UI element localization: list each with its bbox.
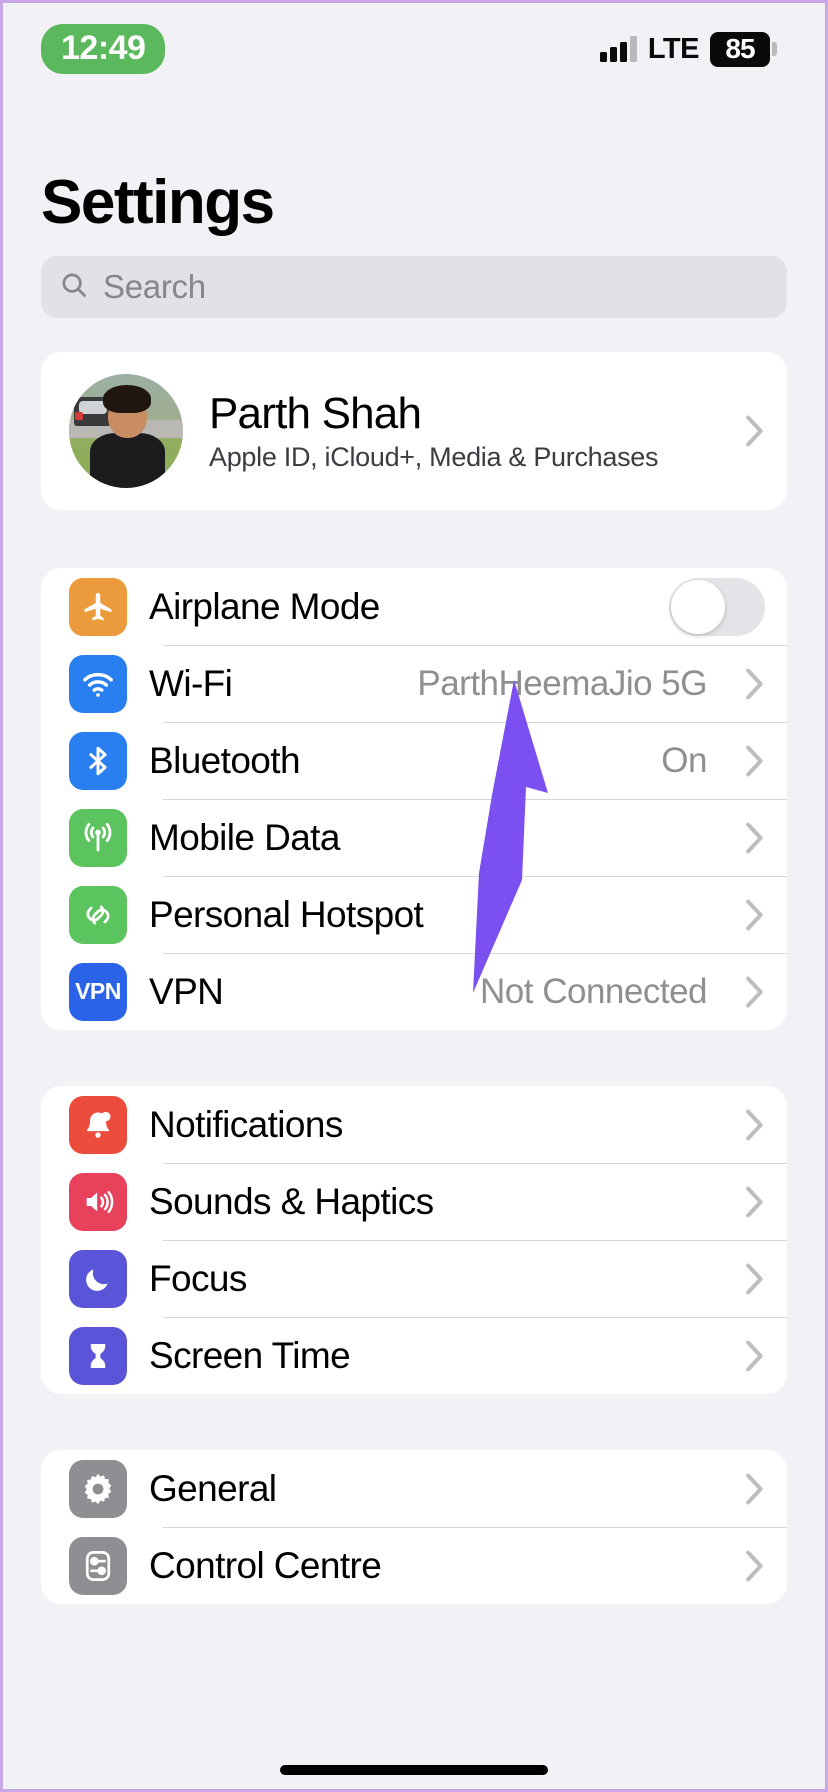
settings-row-label: Airplane Mode [149,585,380,627]
vpn-badge-label: VPN [75,978,121,1004]
settings-row-focus[interactable]: Focus [41,1240,787,1317]
airplane-mode-toggle[interactable] [669,577,765,636]
settings-row-control-centre[interactable]: Control Centre [41,1527,787,1604]
chevron-right-icon [743,1471,765,1507]
status-bar-time: 12:49 [41,24,166,74]
settings-row-label: Screen Time [149,1334,351,1376]
chevron-right-icon [743,1184,765,1220]
battery-level-label: 85 [725,32,755,64]
moon-icon [69,1249,127,1308]
vpn-icon: VPN [69,962,127,1021]
home-indicator [280,1765,548,1775]
hourglass-icon [69,1326,127,1385]
settings-row-general[interactable]: General [41,1450,787,1527]
chevron-right-icon [743,1261,765,1297]
settings-row-airplane-mode[interactable]: Airplane Mode [41,568,787,645]
avatar [69,374,183,488]
iphone-settings-screen: 12:49 LTE 85 Settings Search Parth Shah … [0,0,828,1792]
mobile-data-icon [69,808,127,867]
settings-row-label: General [149,1467,277,1509]
search-placeholder: Search [103,268,206,305]
chevron-right-icon [743,1338,765,1374]
wifi-icon [69,654,127,713]
bell-icon [69,1095,127,1154]
settings-row-mobile-data[interactable]: Mobile Data [41,799,787,876]
status-bar: 12:49 LTE 85 [3,3,825,95]
settings-row-vpn[interactable]: VPN VPN Not Connected [41,953,787,1030]
battery-icon: 85 [710,31,777,67]
settings-row-label: Notifications [149,1103,343,1145]
personal-hotspot-icon [69,885,127,944]
account-name: Parth Shah [209,388,422,438]
settings-row-label: Mobile Data [149,816,340,858]
apple-id-row[interactable]: Parth Shah Apple ID, iCloud+, Media & Pu… [41,352,787,510]
settings-row-notifications[interactable]: Notifications [41,1086,787,1163]
vpn-status-value: Not Connected [480,971,707,1011]
settings-row-wifi[interactable]: Wi-Fi ParthHeemaJio 5G [41,645,787,722]
chevron-right-icon [743,413,765,449]
cellular-bars-icon [599,36,637,62]
settings-row-label: Wi-Fi [149,662,233,704]
apple-id-card[interactable]: Parth Shah Apple ID, iCloud+, Media & Pu… [41,352,787,510]
settings-row-personal-hotspot[interactable]: Personal Hotspot [41,876,787,953]
bluetooth-status-value: On [661,740,707,780]
settings-row-label: Personal Hotspot [149,893,424,935]
account-subtitle: Apple ID, iCloud+, Media & Purchases [209,442,659,473]
chevron-right-icon [743,1107,765,1143]
settings-row-label: VPN [149,970,224,1012]
chevron-right-icon [743,743,765,779]
settings-row-label: Focus [149,1257,247,1299]
settings-group-system: General Control Centre [41,1450,787,1604]
airplane-icon [69,577,127,636]
bluetooth-icon [69,731,127,790]
settings-group-alerts: Notifications Sounds & Haptics Focus Scr… [41,1086,787,1394]
gear-icon [69,1459,127,1518]
search-icon [59,270,89,305]
network-type-label: LTE [647,32,700,65]
chevron-right-icon [743,820,765,856]
page-title: Settings [41,168,275,237]
settings-group-connectivity: Airplane Mode Wi-Fi ParthHeemaJio 5G Blu… [41,568,787,1030]
settings-row-sounds-haptics[interactable]: Sounds & Haptics [41,1163,787,1240]
settings-row-label: Bluetooth [149,739,301,781]
settings-row-bluetooth[interactable]: Bluetooth On [41,722,787,799]
settings-row-screen-time[interactable]: Screen Time [41,1317,787,1394]
search-input[interactable]: Search [41,256,787,318]
control-centre-icon [69,1536,127,1595]
wifi-network-value: ParthHeemaJio 5G [417,663,707,703]
chevron-right-icon [743,974,765,1010]
chevron-right-icon [743,666,765,702]
speaker-icon [69,1172,127,1231]
status-bar-indicators: LTE 85 [599,31,777,67]
settings-row-label: Sounds & Haptics [149,1180,434,1222]
chevron-right-icon [743,1548,765,1584]
chevron-right-icon [743,897,765,933]
settings-row-label: Control Centre [149,1544,382,1586]
